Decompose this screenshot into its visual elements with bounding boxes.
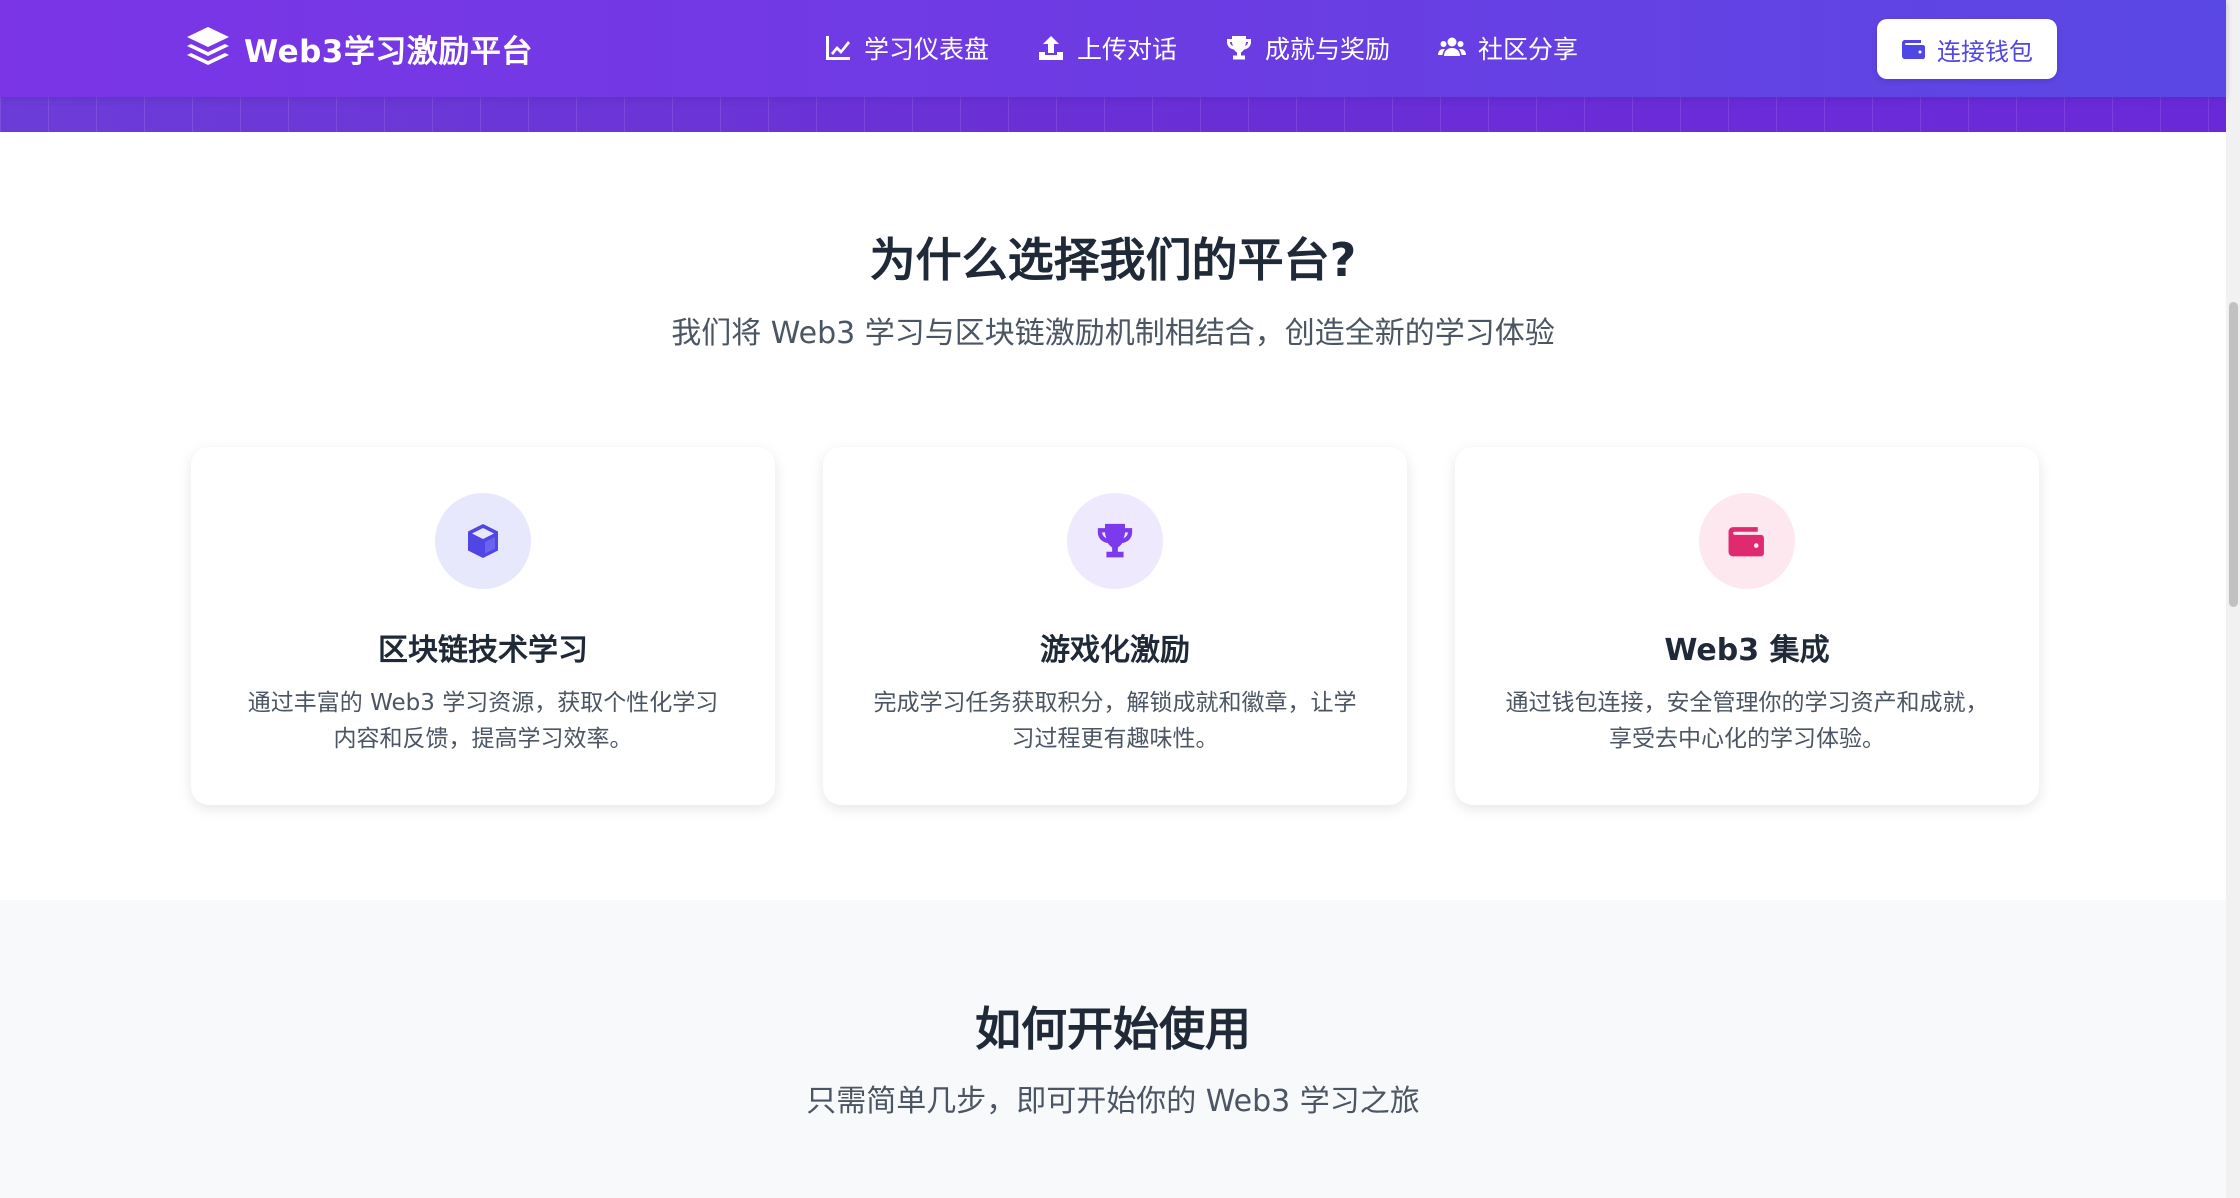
main-nav: 学习仪表盘 上传对话 成就与奖励 社区分享 <box>824 30 1626 66</box>
nav-item-upload[interactable]: 上传对话 <box>1037 30 1177 66</box>
connect-wallet-button[interactable]: 连接钱包 <box>1877 19 2057 79</box>
wallet-icon <box>1728 527 1764 557</box>
nav-label: 社区分享 <box>1478 35 1579 64</box>
feature-icon-circle <box>1067 493 1163 589</box>
layers-icon <box>187 27 229 65</box>
feature-card-desc: 通过丰富的 Web3 学习资源，获取个性化学习内容和反馈，提高学习效率。 <box>247 690 719 752</box>
users-icon <box>1438 37 1467 56</box>
feature-card-desc: 通过钱包连接，安全管理你的学习资产和成就，享受去中心化的学习体验。 <box>1505 690 1989 752</box>
feature-card-title: 游戏化激励 <box>1040 633 1190 668</box>
feature-card-title: Web3 集成 <box>1664 633 1830 668</box>
trophy-icon <box>1097 523 1133 558</box>
feature-card-desc: 完成学习任务获取积分，解锁成就和徽章，让学习过程更有趣味性。 <box>873 690 1357 752</box>
wallet-icon <box>1902 40 1925 59</box>
nav-label: 上传对话 <box>1077 35 1178 64</box>
feature-icon-circle <box>435 493 531 589</box>
cube-icon <box>468 524 498 558</box>
nav-label: 成就与奖励 <box>1265 35 1391 64</box>
why-section-title: 为什么选择我们的平台? <box>869 233 1357 287</box>
how-section-subtitle: 只需简单几步，即可开始你的 Web3 学习之旅 <box>806 1084 1420 1119</box>
nav-item-achievements[interactable]: 成就与奖励 <box>1225 30 1390 66</box>
how-section-title: 如何开始使用 <box>975 1002 1251 1056</box>
nav-item-dashboard[interactable]: 学习仪表盘 <box>824 30 989 66</box>
feature-card-gamification: 游戏化激励 完成学习任务获取积分，解锁成就和徽章，让学习过程更有趣味性。 <box>823 447 1407 805</box>
trophy-icon <box>1227 36 1252 60</box>
nav-item-community[interactable]: 社区分享 <box>1438 30 1578 66</box>
upload-icon <box>1039 36 1064 60</box>
feature-card-web3: Web3 集成 通过钱包连接，安全管理你的学习资产和成就，享受去中心化的学习体验… <box>1455 447 2039 805</box>
nav-label: 学习仪表盘 <box>864 35 990 64</box>
feature-card-blockchain: 区块链技术学习 通过丰富的 Web3 学习资源，获取个性化学习内容和反馈，提高学… <box>191 447 775 805</box>
page-scrollbar-thumb[interactable] <box>2229 302 2238 607</box>
top-navbar: Web3学习激励平台 学习仪表盘 上传对话 成就与奖励 社区分享 连接钱包 <box>0 0 2226 97</box>
feature-icon-circle <box>1699 493 1795 589</box>
why-section-subtitle: 我们将 Web3 学习与区块链激励机制相结合，创造全新的学习体验 <box>671 316 1555 351</box>
connect-wallet-label: 连接钱包 <box>1937 37 2033 66</box>
feature-card-title: 区块链技术学习 <box>378 633 588 668</box>
chart-line-icon <box>826 36 850 60</box>
brand[interactable]: Web3学习激励平台 <box>184 24 533 72</box>
brand-name: Web3学习激励平台 <box>244 33 533 70</box>
hero-bottom-strip <box>0 97 2226 132</box>
